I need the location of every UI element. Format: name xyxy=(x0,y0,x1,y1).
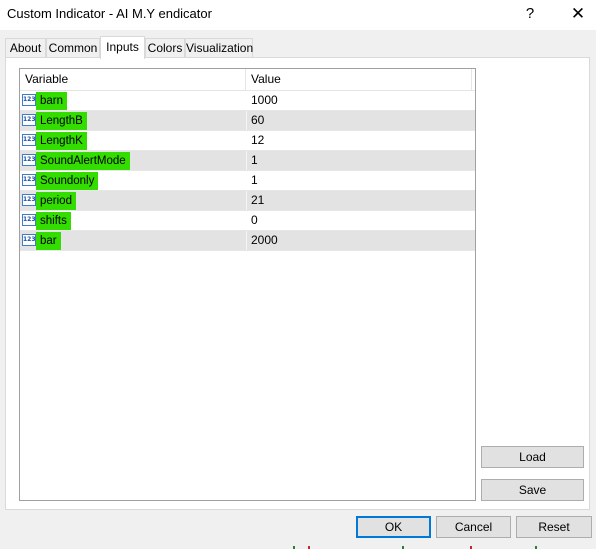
table-row[interactable]: 123 Soundonly 1 xyxy=(20,171,475,191)
close-button[interactable]: ✕ xyxy=(556,0,596,30)
bottom-edge-strip xyxy=(0,545,596,549)
save-button[interactable]: Save xyxy=(481,479,584,501)
value-cell[interactable]: 1 xyxy=(251,151,258,170)
value-cell[interactable]: 60 xyxy=(251,111,264,130)
tab-inputs[interactable]: Inputs xyxy=(100,36,145,59)
column-header-value[interactable]: Value xyxy=(246,69,475,90)
value-cell[interactable]: 1000 xyxy=(251,91,278,110)
header-edge xyxy=(471,69,476,90)
window-title: Custom Indicator - AI M.Y endicator xyxy=(7,6,212,21)
table-row[interactable]: 123 LengthB 60 xyxy=(20,111,475,131)
variable-name: SoundAlertMode xyxy=(36,152,130,170)
ok-button[interactable]: OK xyxy=(356,516,431,538)
table-row[interactable]: 123 period 21 xyxy=(20,191,475,211)
integer-type-icon: 123 xyxy=(22,214,36,226)
variable-cell: 123 shifts xyxy=(20,211,247,230)
inputs-panel: Variable Value 123 barn 1000 123 LengthB… xyxy=(5,57,590,510)
help-button[interactable]: ? xyxy=(508,0,552,30)
table-row[interactable]: 123 shifts 0 xyxy=(20,211,475,231)
grid-header: Variable Value xyxy=(20,69,475,91)
value-cell[interactable]: 2000 xyxy=(251,231,278,250)
value-cell[interactable]: 0 xyxy=(251,211,258,230)
tab-visualization[interactable]: Visualization xyxy=(185,38,253,57)
integer-type-icon: 123 xyxy=(22,134,36,146)
table-row[interactable]: 123 barn 1000 xyxy=(20,91,475,111)
variable-cell: 123 SoundAlertMode xyxy=(20,151,247,170)
title-bar: Custom Indicator - AI M.Y endicator ? ✕ xyxy=(0,0,596,30)
integer-type-icon: 123 xyxy=(22,174,36,186)
variable-cell: 123 Soundonly xyxy=(20,171,247,190)
variable-name: LengthB xyxy=(36,112,87,130)
variable-name: period xyxy=(36,192,76,210)
variable-cell: 123 bar xyxy=(20,231,247,250)
tab-colors[interactable]: Colors xyxy=(145,38,185,57)
variable-name: bar xyxy=(36,232,61,250)
integer-type-icon: 123 xyxy=(22,154,36,166)
variable-cell: 123 LengthK xyxy=(20,131,247,150)
variable-name: Soundonly xyxy=(36,172,99,190)
variable-cell: 123 period xyxy=(20,191,247,210)
tab-about[interactable]: About xyxy=(5,38,46,57)
integer-type-icon: 123 xyxy=(22,234,36,246)
variable-cell: 123 barn xyxy=(20,91,247,110)
table-row[interactable]: 123 bar 2000 xyxy=(20,231,475,251)
value-cell[interactable]: 21 xyxy=(251,191,264,210)
variable-name: barn xyxy=(36,92,68,110)
variable-name: shifts xyxy=(36,212,71,230)
variable-cell: 123 LengthB xyxy=(20,111,247,130)
tab-common[interactable]: Common xyxy=(46,38,100,57)
table-row[interactable]: 123 LengthK 12 xyxy=(20,131,475,151)
inputs-grid: Variable Value 123 barn 1000 123 LengthB… xyxy=(19,68,476,501)
column-header-variable[interactable]: Variable xyxy=(20,69,246,90)
table-row[interactable]: 123 SoundAlertMode 1 xyxy=(20,151,475,171)
reset-button[interactable]: Reset xyxy=(516,516,592,538)
integer-type-icon: 123 xyxy=(22,194,36,206)
integer-type-icon: 123 xyxy=(22,94,36,106)
integer-type-icon: 123 xyxy=(22,114,36,126)
variable-name: LengthK xyxy=(36,132,87,150)
value-cell[interactable]: 12 xyxy=(251,131,264,150)
value-cell[interactable]: 1 xyxy=(251,171,258,190)
cancel-button[interactable]: Cancel xyxy=(436,516,511,538)
load-button[interactable]: Load xyxy=(481,446,584,468)
